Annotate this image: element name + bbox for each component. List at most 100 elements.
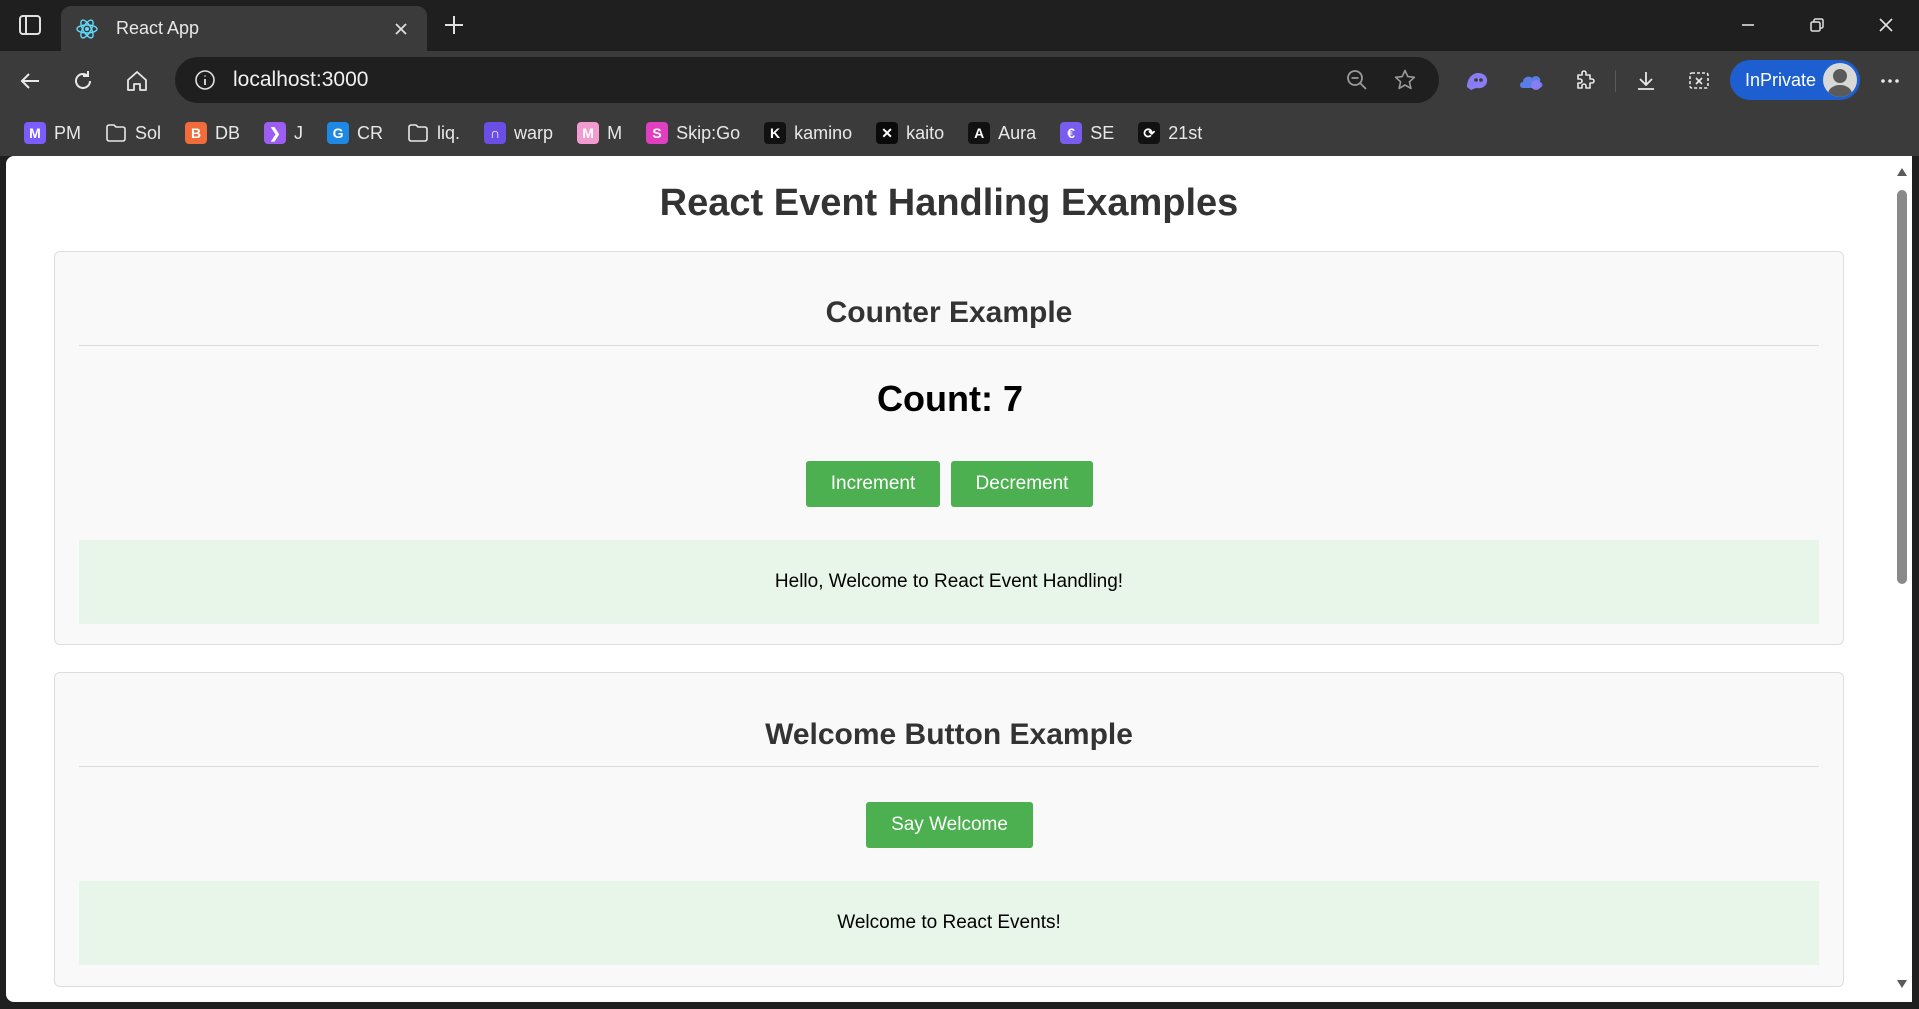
scroll-thumb[interactable] xyxy=(1897,190,1907,584)
reload-icon xyxy=(75,71,91,89)
divider xyxy=(79,345,1819,346)
tab-actions-icon xyxy=(19,15,41,35)
bookmark-item[interactable]: Kkamino xyxy=(756,117,860,149)
zoom-out-icon[interactable] xyxy=(1341,64,1373,96)
counter-message: Hello, Welcome to React Event Handling! xyxy=(79,540,1819,624)
bookmark-label: M xyxy=(607,122,623,143)
welcome-heading: Welcome Button Example xyxy=(765,718,1133,751)
skipgo-icon: S xyxy=(646,122,669,144)
new-tab-button[interactable] xyxy=(438,9,470,41)
favorite-star-icon[interactable] xyxy=(1389,64,1421,96)
page-viewport: React Event Handling Examples Counter Ex… xyxy=(6,156,1892,1002)
bookmark-item[interactable]: G CR xyxy=(319,117,391,149)
m-icon: M xyxy=(577,122,600,144)
url-text[interactable]: localhost:3000 xyxy=(233,68,1325,92)
extension-button-1[interactable] xyxy=(1512,62,1550,100)
tab-react-app[interactable]: React App xyxy=(61,6,427,51)
bookmark-item[interactable]: B DB xyxy=(177,117,248,149)
inprivate-button[interactable]: InPrivate xyxy=(1730,60,1860,100)
bookmark-item[interactable]: S Skip:Go xyxy=(638,117,748,149)
tab-title: React App xyxy=(116,18,200,38)
close-window-icon xyxy=(1879,18,1893,32)
bookmark-label: SE xyxy=(1090,122,1115,143)
bookmark-label: Sol xyxy=(135,122,162,143)
bookmark-item[interactable]: MM xyxy=(569,117,630,149)
bookmark-item[interactable]: M PM xyxy=(16,117,89,149)
extension-cloud-icon xyxy=(1520,76,1543,90)
21st-icon: ⟳ xyxy=(1138,122,1161,144)
page-title: React Event Handling Examples xyxy=(659,182,1239,224)
browser-window: React App localhost:3000 InPrivate M PM … xyxy=(0,0,1919,1009)
address-bar[interactable]: localhost:3000 xyxy=(175,57,1439,103)
increment-button[interactable]: Increment xyxy=(806,461,940,507)
back-button[interactable] xyxy=(11,62,49,100)
toolbar-divider xyxy=(1615,70,1616,92)
counter-heading: Counter Example xyxy=(825,296,1073,329)
bookmark-label: PM xyxy=(54,122,81,143)
decrement-button[interactable]: Decrement xyxy=(951,461,1093,507)
kaito-icon: ✕ xyxy=(876,122,899,144)
bookmark-label: CR xyxy=(357,122,384,143)
react-icon xyxy=(75,17,99,41)
welcome-message: Welcome to React Events! xyxy=(79,881,1819,965)
restore-icon xyxy=(1810,18,1824,32)
copilot-button[interactable] xyxy=(1458,62,1496,100)
bookmark-item[interactable]: ✕ kaito xyxy=(868,117,952,149)
back-arrow-icon xyxy=(20,73,39,89)
bookmark-item[interactable]: Sol xyxy=(97,117,169,149)
aura-icon: A xyxy=(968,122,991,144)
tab-strip: React App xyxy=(0,0,1919,51)
scroll-up-icon[interactable] xyxy=(1896,166,1908,178)
bookmark-item[interactable]: A Aura xyxy=(960,117,1044,149)
screenshot-button[interactable] xyxy=(1680,62,1718,100)
bookmark-label: 21st xyxy=(1168,122,1203,143)
home-button[interactable] xyxy=(118,62,156,100)
bookmark-label: Aura xyxy=(998,122,1037,143)
avatar xyxy=(1823,63,1857,97)
page-scrollbar[interactable] xyxy=(1892,156,1912,1002)
screenshot-icon xyxy=(1689,72,1709,89)
warp-icon: ∩ xyxy=(484,122,507,144)
home-icon xyxy=(127,71,147,91)
extensions-button[interactable] xyxy=(1566,62,1604,100)
bookmark-label: DB xyxy=(215,122,241,143)
bookmark-label: liq. xyxy=(437,122,461,143)
inprivate-label: InPrivate xyxy=(1745,69,1817,90)
info-icon[interactable] xyxy=(193,68,217,92)
say-welcome-button[interactable]: Say Welcome xyxy=(866,802,1033,848)
close-icon[interactable] xyxy=(389,17,413,41)
bookmark-item[interactable]: ⟳ 21st xyxy=(1130,117,1210,149)
download-icon xyxy=(1638,72,1654,90)
bookmark-item[interactable]: € SE xyxy=(1052,117,1122,149)
divider xyxy=(79,766,1819,767)
folder-icon xyxy=(407,122,429,144)
minimize-icon xyxy=(1742,24,1754,26)
plus-icon xyxy=(445,16,463,34)
downloads-button[interactable] xyxy=(1627,62,1665,100)
bookmark-label: Skip:Go xyxy=(676,122,741,143)
minimize-button[interactable] xyxy=(1728,8,1768,42)
bookmark-label: warp xyxy=(514,122,554,143)
bookmark-label: J xyxy=(294,122,304,143)
se-icon: € xyxy=(1060,122,1083,144)
puzzle-icon xyxy=(1577,70,1595,89)
db-icon: B xyxy=(185,122,208,144)
bookmarks-bar: M PM Sol B DB ❯ J G CR liq. ∩ warp M M S Skip:Go Kkamino… xyxy=(0,110,1919,156)
reload-button[interactable] xyxy=(64,62,102,100)
more-dots-icon xyxy=(1881,79,1899,83)
scroll-down-icon[interactable] xyxy=(1896,978,1908,990)
counter-card: Counter Example Count: 7 Increment Decre… xyxy=(54,251,1844,645)
close-window-button[interactable] xyxy=(1866,8,1906,42)
tab-actions-button[interactable] xyxy=(14,11,46,39)
restore-button[interactable] xyxy=(1797,8,1837,42)
bookmark-item[interactable]: liq. xyxy=(399,117,468,149)
bookmark-item[interactable]: ∩ warp xyxy=(476,117,561,149)
gmail-icon: M xyxy=(24,122,46,144)
bookmark-item[interactable]: ❯ J xyxy=(256,117,311,149)
jupiter-icon: ❯ xyxy=(264,122,287,144)
bookmark-label: kamino xyxy=(794,122,853,143)
more-menu-button[interactable] xyxy=(1871,62,1909,100)
bookmark-label: kaito xyxy=(906,122,945,143)
kamino-icon: K xyxy=(764,122,787,144)
welcome-card: Welcome Button Example Say Welcome Welco… xyxy=(54,672,1844,987)
